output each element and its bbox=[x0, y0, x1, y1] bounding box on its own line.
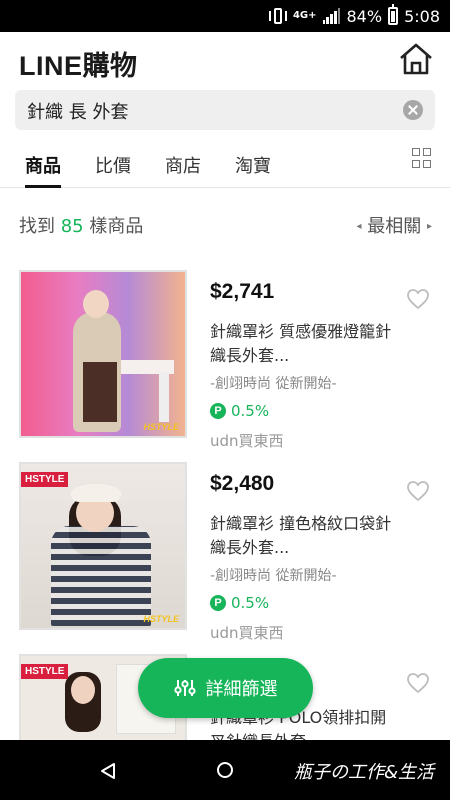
heart-icon[interactable] bbox=[406, 480, 430, 502]
result-suffix: 樣商品 bbox=[83, 216, 144, 237]
result-summary: 找到 85 樣商品 ◂ 最相關 ▸ bbox=[0, 210, 450, 240]
home-icon bbox=[400, 43, 432, 75]
brand-watermark: HSTYLE bbox=[143, 422, 179, 432]
photo-head bbox=[71, 676, 95, 704]
product-image[interactable]: HSTYLE HSTYLE bbox=[19, 462, 187, 630]
line-shopping-logo: LINE購物 bbox=[19, 51, 138, 81]
back-icon[interactable] bbox=[100, 762, 116, 780]
watermark-text: 瓶子の工作&生活 bbox=[293, 762, 434, 783]
heart-icon[interactable] bbox=[406, 672, 430, 694]
clock: 5:08 bbox=[404, 6, 440, 26]
heart-icon[interactable] bbox=[406, 288, 430, 310]
result-count: 85 bbox=[60, 216, 84, 237]
product-price: $2,741 bbox=[210, 280, 275, 303]
sliders-icon bbox=[173, 680, 196, 696]
clear-icon[interactable] bbox=[403, 100, 423, 120]
tab-taobao[interactable]: 淘寶 bbox=[235, 152, 271, 188]
signal-icon bbox=[322, 8, 341, 24]
sort-next-arrow-icon[interactable]: ▸ bbox=[427, 221, 432, 232]
product-photo: HSTYLE HSTYLE bbox=[21, 464, 185, 628]
product-name[interactable]: 針織罩衫 撞色格紋口袋針織長外套... bbox=[210, 512, 395, 560]
product-shop: -創翊時尚 從新開始- bbox=[210, 376, 337, 392]
points-reward: P 0.5% bbox=[210, 402, 269, 420]
sort-prev-arrow-icon[interactable]: ◂ bbox=[356, 221, 361, 232]
search-input[interactable]: 針織 長 外套 bbox=[27, 98, 128, 124]
points-icon: P bbox=[210, 403, 226, 419]
product-image[interactable]: HSTYLE bbox=[19, 270, 187, 438]
product-name[interactable]: 針織罩衫 質感優雅燈籠針織長外套... bbox=[210, 320, 395, 368]
home-button[interactable] bbox=[398, 42, 434, 76]
product-photo: HSTYLE bbox=[21, 272, 185, 436]
brand-watermark: HSTYLE bbox=[143, 614, 179, 624]
vibrate-icon bbox=[268, 8, 287, 24]
status-bar: 4G+ 84% 5:08 bbox=[0, 0, 450, 32]
battery-icon bbox=[388, 4, 399, 25]
app-header: LINE購物 bbox=[0, 32, 450, 88]
search-bar[interactable]: 針織 長 外套 bbox=[15, 90, 435, 130]
brand-tag: HSTYLE bbox=[21, 472, 69, 487]
tab-stores[interactable]: 商店 bbox=[165, 152, 201, 188]
filter-label: 詳細篩選 bbox=[205, 679, 278, 700]
sort-selector[interactable]: ◂ 最相關 ▸ bbox=[356, 212, 432, 238]
photo-coat bbox=[51, 526, 151, 626]
sort-label: 最相關 bbox=[367, 216, 422, 237]
advanced-filter-button[interactable]: 詳細篩選 bbox=[138, 658, 313, 718]
points-reward: P 0.5% bbox=[210, 594, 269, 612]
battery-percent: 84% bbox=[346, 6, 383, 26]
brand-tag: HSTYLE bbox=[21, 664, 69, 679]
points-rate: 0.5% bbox=[231, 402, 270, 420]
tab-products[interactable]: 商品 bbox=[25, 152, 61, 188]
points-icon: P bbox=[210, 595, 226, 611]
product-shop: -創翊時尚 從新開始- bbox=[210, 568, 337, 584]
tab-compare-price[interactable]: 比價 bbox=[95, 152, 131, 188]
photo-hat bbox=[71, 484, 121, 502]
grid-view-icon[interactable] bbox=[412, 148, 432, 168]
product-card[interactable]: HSTYLE HSTYLE $2,480 針織罩衫 撞色格紋口袋針織長外套...… bbox=[0, 462, 450, 652]
home-circle-icon[interactable] bbox=[217, 762, 233, 778]
status-icons: 4G+ 84% 5:08 bbox=[268, 0, 440, 32]
result-prefix: 找到 bbox=[19, 216, 61, 237]
network-4g-icon: 4G+ bbox=[292, 10, 317, 21]
product-store: udn買東西 bbox=[210, 432, 284, 450]
product-card[interactable]: HSTYLE $2,741 針織罩衫 質感優雅燈籠針織長外套... -創翊時尚 … bbox=[0, 270, 450, 460]
tab-bar: 商品 比價 商店 淘寶 bbox=[0, 140, 450, 188]
points-rate: 0.5% bbox=[231, 594, 270, 612]
system-nav-bar: 瓶子の工作&生活 bbox=[0, 740, 450, 800]
photo-head bbox=[83, 290, 109, 318]
product-price: $2,480 bbox=[210, 472, 275, 495]
photo-skirt bbox=[83, 362, 117, 422]
photo-table-leg bbox=[159, 372, 169, 422]
product-store: udn買東西 bbox=[210, 624, 284, 642]
result-count-text: 找到 85 樣商品 bbox=[19, 212, 143, 238]
